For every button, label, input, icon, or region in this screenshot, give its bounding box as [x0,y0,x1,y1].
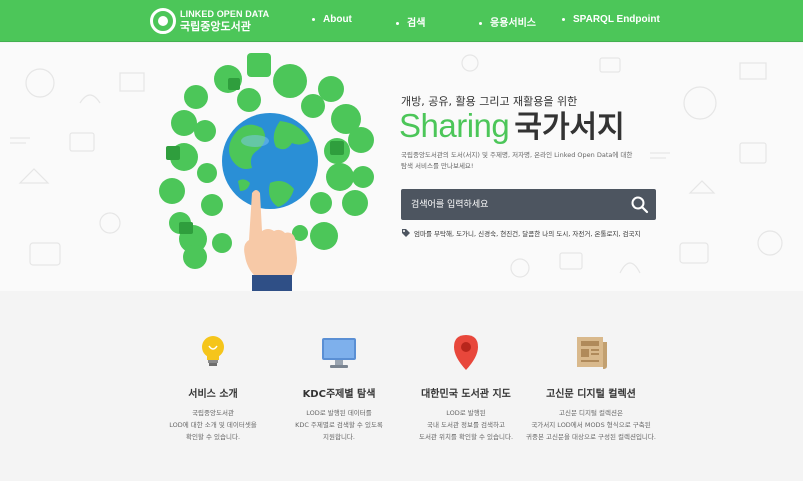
globe-illustration [159,53,374,291]
feature-title: 고신문 디지털 컬렉션 [546,389,636,400]
nav-item-applications[interactable]: 응용서비스 [479,14,536,29]
hero-title-english: Sharing [399,107,510,144]
lightbulb-icon [202,336,224,366]
search-bar [401,189,656,220]
hero-title: Sharing 국가서지 [399,109,625,143]
main-nav: About 검색 응용서비스 SPARQL Endpoint [0,0,803,42]
search-icon [631,196,649,214]
search-button[interactable] [624,189,656,220]
nav-item-about[interactable]: About [312,14,352,25]
hero-description: 국립중앙도서관의 도서(서지) 및 주제명, 저자명, 온라인 Linked O… [401,150,641,172]
tag-icon [402,229,410,237]
newspaper-icon [577,337,607,369]
feature-section: 서비스 소개 국립중앙도서관 LOD에 대한 소개 및 데이터셋을 확인할 수 있습… [0,291,803,481]
hero-description-line: 국립중앙도서관의 도서(서지) 및 주제명, 저자명, 온라인 Linked O… [401,151,633,159]
search-input[interactable] [401,189,623,220]
top-navigation-bar: LINKED OPEN DATA 국립중앙도서관 About 검색 응용서비스 … [0,0,803,42]
popular-keywords: 엄마를 부탁해, 도가니, 신경숙, 현진건, 달콤한 나의 도시, 자전거, … [401,228,641,238]
hero-description-line: 탐색 서비스를 만나보세요! [401,162,474,170]
nav-item-search[interactable]: 검색 [396,14,425,29]
feature-description: 고신문 디지털 컬렉션은 국가서지 LOD에서 MODS 형식으로 구축된 귀중본 … [526,409,656,441]
map-pin-icon [454,335,478,370]
monitor-icon [322,338,356,368]
popular-keywords-text[interactable]: 엄마를 부탁해, 도가니, 신경숙, 현진건, 달콤한 나의 도시, 자전거, … [414,228,641,238]
hero-section: 개방, 공유, 활용 그리고 재활용을 위한 Sharing 국가서지 국립중앙… [0,43,803,291]
hero-title-korean: 국가서지 [514,110,625,145]
nav-item-sparql-endpoint[interactable]: SPARQL Endpoint [562,14,660,25]
